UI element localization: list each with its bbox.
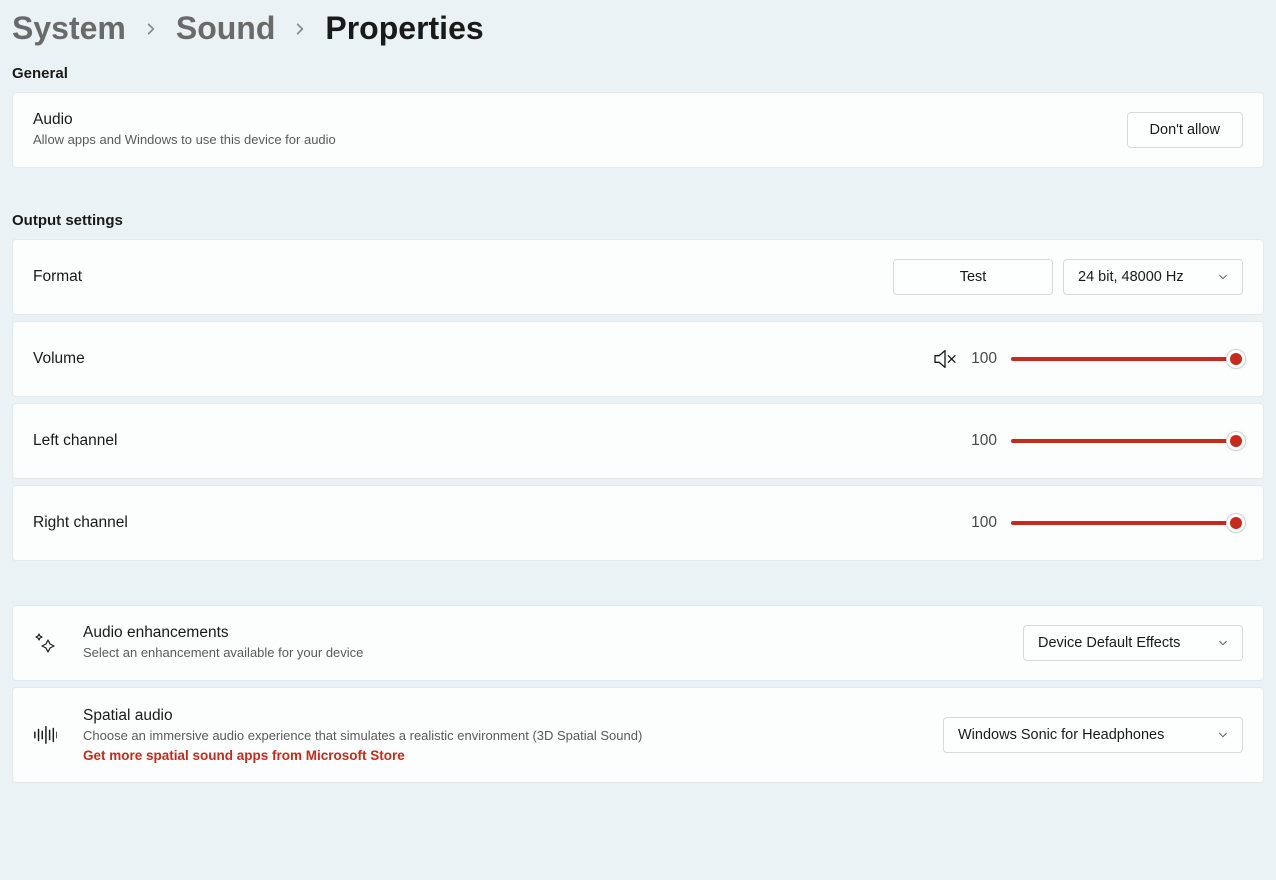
breadcrumb-sound[interactable]: Sound <box>176 10 276 47</box>
left-channel-value: 100 <box>971 432 997 450</box>
card-volume: Volume 100 <box>12 321 1264 397</box>
enhancements-selected: Device Default Effects <box>1038 635 1180 651</box>
volume-value: 100 <box>971 350 997 368</box>
enhancements-subtitle: Select an enhancement available for your… <box>83 643 363 663</box>
enhancements-title: Audio enhancements <box>83 624 363 642</box>
volume-slider[interactable] <box>1011 348 1243 370</box>
spatial-title: Spatial audio <box>83 707 642 725</box>
left-channel-label: Left channel <box>33 432 117 450</box>
breadcrumb: System Sound Properties <box>12 10 1264 47</box>
right-channel-value: 100 <box>971 514 997 532</box>
card-left-channel: Left channel 100 <box>12 403 1264 479</box>
card-enhancements: Audio enhancements Select an enhancement… <box>12 605 1264 681</box>
card-right-channel: Right channel 100 <box>12 485 1264 561</box>
right-channel-slider[interactable] <box>1011 512 1243 534</box>
breadcrumb-system[interactable]: System <box>12 10 126 47</box>
audio-subtitle: Allow apps and Windows to use this devic… <box>33 130 336 150</box>
chevron-right-icon <box>144 22 158 36</box>
test-button[interactable]: Test <box>893 259 1053 295</box>
section-header-output: Output settings <box>12 212 1264 229</box>
audio-title: Audio <box>33 111 336 129</box>
spatial-store-link[interactable]: Get more spatial sound apps from Microso… <box>83 748 642 763</box>
spatial-selected: Windows Sonic for Headphones <box>958 727 1164 743</box>
soundwave-icon <box>33 723 57 747</box>
format-dropdown[interactable]: 24 bit, 48000 Hz <box>1063 259 1243 295</box>
card-audio: Audio Allow apps and Windows to use this… <box>12 92 1264 168</box>
volume-label: Volume <box>33 350 85 368</box>
format-selected: 24 bit, 48000 Hz <box>1078 269 1184 285</box>
sparkle-icon <box>33 631 57 655</box>
format-label: Format <box>33 268 82 286</box>
left-channel-slider[interactable] <box>1011 430 1243 452</box>
right-channel-label: Right channel <box>33 514 128 532</box>
section-header-general: General <box>12 65 1264 82</box>
dont-allow-button[interactable]: Don't allow <box>1127 112 1243 148</box>
enhancements-dropdown[interactable]: Device Default Effects <box>1023 625 1243 661</box>
mute-icon[interactable] <box>933 349 957 369</box>
card-format: Format Test 24 bit, 48000 Hz <box>12 239 1264 315</box>
spatial-subtitle: Choose an immersive audio experience tha… <box>83 726 642 746</box>
breadcrumb-current: Properties <box>325 10 483 47</box>
spatial-dropdown[interactable]: Windows Sonic for Headphones <box>943 717 1243 753</box>
card-audio-text: Audio Allow apps and Windows to use this… <box>33 111 336 150</box>
card-spatial: Spatial audio Choose an immersive audio … <box>12 687 1264 783</box>
chevron-right-icon <box>293 22 307 36</box>
